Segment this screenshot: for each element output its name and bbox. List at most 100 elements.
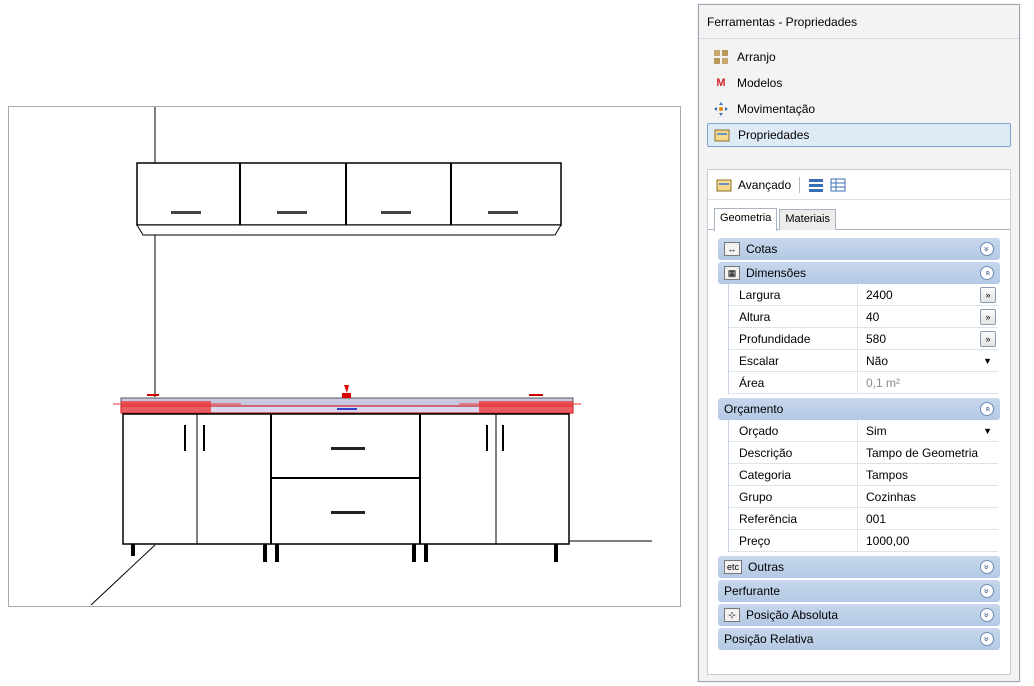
orcado-select[interactable]: Sim ▼ — [858, 420, 998, 441]
prop-row-grupo: Grupo Cozinhas — [729, 486, 998, 508]
dimensoes-rows: Largura 2400 » Altura 40 » Profundidade — [728, 284, 998, 394]
dimensions-icon: ↔ — [724, 242, 740, 256]
properties-icon — [714, 127, 730, 143]
prop-label: Profundidade — [729, 328, 858, 349]
tab-materiais[interactable]: Materiais — [779, 209, 836, 230]
group-label: Outras — [748, 560, 785, 574]
categoria-field[interactable]: Tampos — [858, 464, 998, 485]
prop-row-escalar: Escalar Não ▼ — [729, 350, 998, 372]
largura-field[interactable]: 2400 » — [858, 284, 998, 305]
group-label: Dimensões — [746, 266, 807, 280]
group-posicao-relativa[interactable]: Posição Relativa » — [718, 628, 1000, 650]
prop-label: Categoria — [729, 464, 858, 485]
orcamento-rows: Orçado Sim ▼ Descrição Tampo de Geometri… — [728, 420, 998, 552]
properties-content: Avançado Geometria Materiais ↔ Cotas » ▦ — [707, 169, 1011, 675]
prop-row-area: Área 0,1 m² — [729, 372, 998, 394]
prop-row-altura: Altura 40 » — [729, 306, 998, 328]
dropdown-arrow-icon[interactable]: ▼ — [983, 350, 992, 372]
group-orcamento[interactable]: Orçamento » — [718, 398, 1000, 420]
axes-icon: ⊹ — [724, 608, 740, 622]
escalar-select[interactable]: Não ▼ — [858, 350, 998, 371]
profundidade-field[interactable]: 580 » — [858, 328, 998, 349]
nav-label: Propriedades — [738, 128, 810, 142]
panel-title: Ferramentas - Propriedades — [699, 5, 1019, 39]
prop-value[interactable]: 580 — [866, 332, 886, 346]
expand-chevron-icon[interactable]: » — [980, 632, 994, 646]
kitchen-scene — [90, 107, 652, 606]
prop-value[interactable]: Não — [866, 354, 888, 368]
categorized-view-icon[interactable] — [808, 177, 824, 193]
group-posicao-absoluta[interactable]: ⊹ Posição Absoluta » — [718, 604, 1000, 626]
group-outras[interactable]: etc Outras » — [718, 556, 1000, 578]
prop-value[interactable]: 40 — [866, 310, 879, 324]
more-button[interactable]: » — [980, 309, 996, 325]
prop-row-referencia: Referência 001 — [729, 508, 998, 530]
prop-label: Escalar — [729, 350, 858, 371]
nav-label: Modelos — [737, 76, 783, 90]
preco-field[interactable]: 1000,00 — [858, 530, 998, 551]
area-value: 0,1 m² — [866, 376, 901, 390]
expand-chevron-icon[interactable]: » — [980, 608, 994, 622]
descricao-field[interactable]: Tampo de Geometria — [858, 442, 998, 463]
nav-item-modelos[interactable]: M Modelos — [707, 71, 1011, 95]
nav-item-arranjo[interactable]: Arranjo — [707, 45, 1011, 69]
group-cotas[interactable]: ↔ Cotas » — [718, 238, 1000, 260]
prop-label: Preço — [729, 530, 858, 551]
group-label: Cotas — [746, 242, 778, 256]
nav-item-movimentacao[interactable]: Movimentação — [707, 97, 1011, 121]
dropdown-arrow-icon[interactable]: ▼ — [983, 420, 992, 442]
tab-geometria[interactable]: Geometria — [714, 208, 778, 231]
expand-chevron-icon[interactable]: » — [980, 560, 994, 574]
collapse-chevron-icon[interactable]: » — [980, 266, 994, 280]
prop-label: Referência — [729, 508, 858, 529]
nav-label: Arranjo — [737, 50, 776, 64]
more-button[interactable]: » — [980, 287, 996, 303]
nav-item-propriedades[interactable]: Propriedades — [707, 123, 1011, 147]
prop-row-categoria: Categoria Tampos — [729, 464, 998, 486]
base-cabinets[interactable] — [122, 413, 570, 562]
prop-row-orcado: Orçado Sim ▼ — [729, 420, 998, 442]
prop-label: Largura — [729, 284, 858, 305]
panel-nav: Arranjo M Modelos Movimentação Proprieda… — [699, 39, 1019, 147]
group-dimensoes[interactable]: ▦ Dimensões » — [718, 262, 1000, 284]
group-label: Orçamento — [724, 402, 784, 416]
prop-label: Altura — [729, 306, 858, 327]
more-button[interactable]: » — [980, 331, 996, 347]
advanced-icon[interactable] — [716, 177, 732, 193]
group-perfurante[interactable]: Perfurante » — [718, 580, 1000, 602]
referencia-field[interactable]: 001 — [858, 508, 998, 529]
properties-toolbar: Avançado — [708, 170, 1010, 200]
expand-chevron-icon[interactable]: » — [980, 584, 994, 598]
prop-row-profundidade: Profundidade 580 » — [729, 328, 998, 350]
property-tabs: Geometria Materiais — [708, 200, 1010, 231]
grid-view-icon[interactable] — [830, 177, 846, 193]
toolbar-separator — [799, 176, 801, 193]
prop-value[interactable]: 2400 — [866, 288, 893, 302]
collapse-chevron-icon[interactable]: » — [980, 402, 994, 416]
grupo-field[interactable]: Cozinhas — [858, 486, 998, 507]
etc-icon: etc — [724, 560, 742, 574]
prop-label: Grupo — [729, 486, 858, 507]
group-label: Posição Absoluta — [746, 608, 839, 622]
prop-row-largura: Largura 2400 » — [729, 284, 998, 306]
group-label: Posição Relativa — [724, 632, 814, 646]
prop-label: Descrição — [729, 442, 858, 463]
tools-properties-panel: Ferramentas - Propriedades Arranjo M Mod… — [698, 4, 1020, 682]
altura-field[interactable]: 40 » — [858, 306, 998, 327]
models-icon: M — [716, 77, 726, 89]
prop-label: Área — [729, 372, 858, 393]
group-label: Perfurante — [724, 584, 781, 598]
countertop[interactable] — [113, 385, 581, 414]
move-icon — [713, 101, 729, 117]
expand-chevron-icon[interactable]: » — [980, 242, 994, 256]
prop-value[interactable]: Sim — [866, 424, 887, 438]
advanced-button[interactable]: Avançado — [738, 178, 791, 192]
arrange-icon — [713, 49, 729, 65]
prop-label: Orçado — [729, 420, 858, 441]
wall-cabinets[interactable] — [136, 162, 562, 236]
geometria-pane: ↔ Cotas » ▦ Dimensões » Largura 2400 » A… — [708, 230, 1010, 650]
nav-label: Movimentação — [737, 102, 816, 116]
size-icon: ▦ — [724, 266, 740, 280]
scene-viewport[interactable] — [8, 106, 681, 607]
prop-row-descricao: Descrição Tampo de Geometria — [729, 442, 998, 464]
